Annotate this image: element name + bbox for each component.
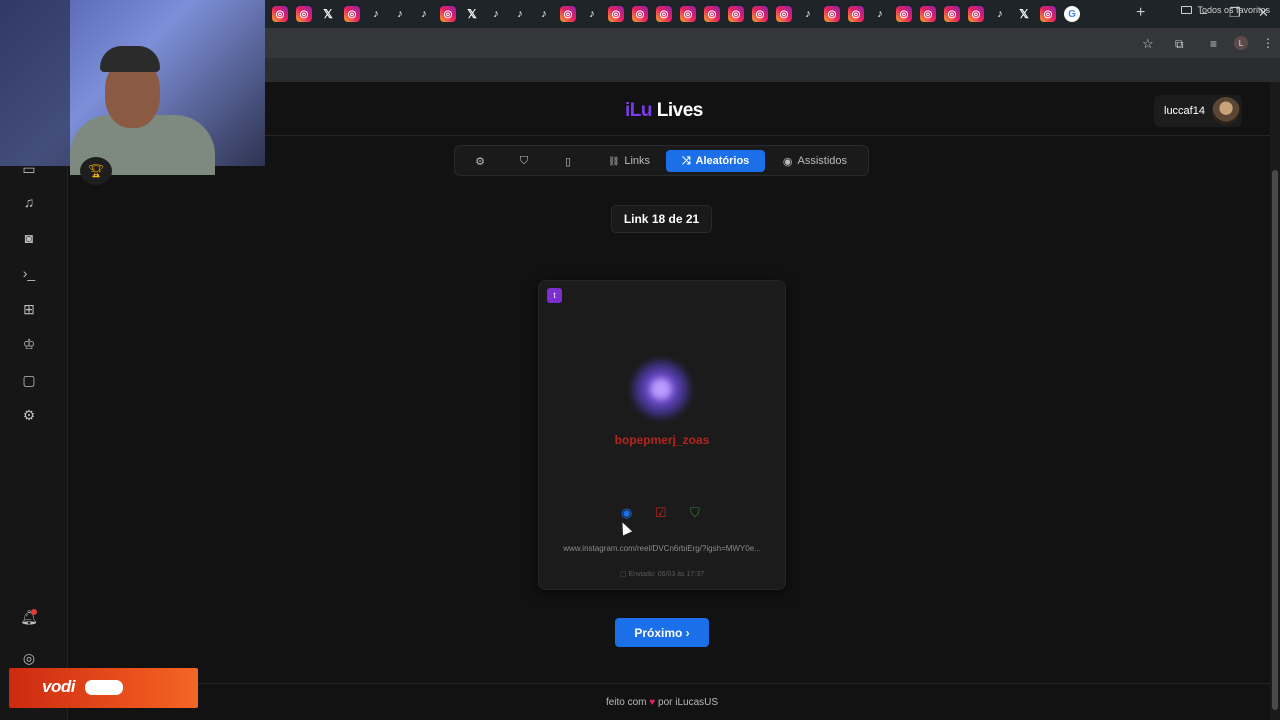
shield-check-icon[interactable]: ⛉ (690, 505, 700, 521)
footer: feito com ♥ por iLucasUS (68, 697, 1256, 708)
browser-tab-instagram-icon[interactable]: ◎ (776, 6, 792, 22)
browser-tab-instagram-icon[interactable]: ◎ (680, 6, 696, 22)
browser-tab-instagram-icon[interactable]: ◎ (752, 6, 768, 22)
browser-tab-tiktok-icon[interactable]: ♪ (536, 6, 552, 22)
browser-tab-instagram-icon[interactable]: ◎ (968, 6, 984, 22)
extensions-icon[interactable]: ⧉ (1175, 37, 1184, 52)
award-icon[interactable]: ♔ (20, 335, 38, 353)
browser-tab-instagram-icon[interactable]: ◎ (344, 6, 360, 22)
browser-tab-google-icon[interactable]: G (1064, 6, 1080, 22)
card-url-link[interactable]: www.instagram.com/reel/DVCn6rbiErg/?igsh… (545, 544, 779, 553)
tab-aleatorios-label: Aleatórios (695, 155, 750, 167)
browser-tab-tiktok-icon[interactable]: ♪ (368, 6, 384, 22)
help-icon[interactable]: ◎ (20, 649, 38, 667)
browser-tab-instagram-icon[interactable]: ◎ (920, 6, 936, 22)
browser-tab-x-icon[interactable]: 𝕏 (320, 6, 336, 22)
browser-tab-instagram-icon[interactable]: ◎ (560, 6, 576, 22)
shuffle-icon: ⤨ (681, 154, 691, 167)
webcam-person-cap (100, 46, 160, 72)
tab-links-label: Links (624, 155, 651, 167)
tab-aleatorios[interactable]: ⤨ Aleatórios (666, 150, 765, 172)
tab-assistidos-label: Assistidos (797, 155, 848, 167)
browser-tab-tiktok-icon[interactable]: ♪ (800, 6, 816, 22)
trophy-icon[interactable]: 🏆︎ (80, 157, 112, 185)
browser-tab-tiktok-icon[interactable]: ♪ (584, 6, 600, 22)
browser-tab-instagram-icon[interactable]: ◎ (896, 6, 912, 22)
scrollbar-thumb[interactable] (1272, 170, 1278, 710)
browser-tab-instagram-icon[interactable]: ◎ (944, 6, 960, 22)
card-sent-label: Enviado: 06/03 às 17:37 (628, 571, 705, 578)
gear-icon: ⚙ (475, 155, 485, 168)
mark-checkbox-icon[interactable]: ☑ (655, 505, 667, 521)
footer-suffix: por iLucasUS (658, 697, 719, 708)
notification-dot (31, 609, 37, 615)
brand-part2: Lives (656, 100, 704, 121)
folder-icon (1181, 6, 1193, 14)
browser-tab-instagram-icon[interactable]: ◎ (296, 6, 312, 22)
sidebar: ▭ ♫ ◙ ›_ ⊞ ♔ ▢ ⚙ 🔔︎ ◎ (0, 82, 68, 720)
browser-tab-instagram-icon[interactable]: ◎ (440, 6, 456, 22)
browser-tab-instagram-icon[interactable]: ◎ (704, 6, 720, 22)
browser-tab-tiktok-icon[interactable]: ♪ (872, 6, 888, 22)
heart-icon: ♥ (649, 697, 656, 708)
footer-prefix: feito com (605, 697, 647, 708)
browser-tab-instagram-icon[interactable]: ◎ (656, 6, 672, 22)
browser-tab-instagram-icon[interactable]: ◎ (632, 6, 648, 22)
card-username[interactable]: bopepmerj_zoas (540, 433, 784, 447)
gift-icon[interactable]: ⊞ (20, 300, 38, 318)
tab-settings[interactable]: ⚙ (466, 150, 494, 172)
music-icon[interactable]: ♫ (20, 193, 38, 211)
avatar[interactable] (1212, 97, 1240, 125)
all-bookmarks-folder[interactable]: Todos os favoritos (1181, 5, 1270, 15)
media-control-icon[interactable]: ≡ (1210, 37, 1217, 51)
browser-tab-x-icon[interactable]: 𝕏 (464, 6, 480, 22)
browser-tab-instagram-icon[interactable]: ◎ (272, 6, 288, 22)
link-counter: Link 18 de 21 (611, 205, 712, 233)
tab-tablet[interactable]: ▯ (554, 150, 582, 172)
profile-avatar[interactable]: L (1234, 36, 1248, 50)
card-avatar (630, 358, 692, 420)
camera-icon[interactable]: ◙ (20, 229, 38, 247)
tab-shield[interactable]: ⛉ (510, 150, 538, 172)
browser-menu-icon[interactable]: ⋮ (1262, 36, 1274, 50)
all-bookmarks-label: Todos os favoritos (1197, 5, 1270, 15)
tab-links[interactable]: ⛓ Links (598, 150, 660, 172)
browser-tab-x-icon[interactable]: 𝕏 (1016, 6, 1032, 22)
browser-tab-tiktok-icon[interactable]: ♪ (992, 6, 1008, 22)
card-sent-date: ▢ Enviado: 06/03 às 17:37 (540, 570, 784, 578)
settings-icon[interactable]: ⚙ (20, 406, 38, 424)
browser-tab-instagram-icon[interactable]: ◎ (848, 6, 864, 22)
browser-tab-instagram-icon[interactable]: ◎ (608, 6, 624, 22)
brand-part1: iLu (625, 100, 653, 121)
watch-eye-icon[interactable]: ◉ (621, 505, 632, 521)
brand-logo[interactable]: iLu Lives (625, 100, 703, 122)
browser-tab-tiktok-icon[interactable]: ♪ (392, 6, 408, 22)
browser-tab-instagram-icon[interactable]: ◎ (1040, 6, 1056, 22)
browser-tab-tiktok-icon[interactable]: ♪ (488, 6, 504, 22)
calendar-icon: ▢ (619, 571, 629, 578)
bookmark-star-icon[interactable]: ☆ (1142, 36, 1154, 52)
browser-tab-instagram-icon[interactable]: ◎ (824, 6, 840, 22)
tab-assistidos[interactable]: ◉ Assistidos (772, 150, 858, 172)
browser-tab-instagram-icon[interactable]: ◎ (728, 6, 744, 22)
stream-logo: vodi (42, 677, 75, 696)
browser-tab-tiktok-icon[interactable]: ♪ (416, 6, 432, 22)
terminal-icon[interactable]: ›_ (20, 264, 38, 282)
footer-divider (68, 683, 1270, 684)
username: luccaf14 (1164, 105, 1205, 117)
new-tab-button[interactable]: + (1136, 4, 1145, 22)
tablet-icon: ▯ (564, 155, 572, 168)
link-icon: ⛓ (607, 155, 620, 166)
next-button[interactable]: Próximo › (615, 618, 709, 647)
message-icon[interactable]: ▢ (20, 371, 38, 389)
shield-icon: ⛉ (519, 154, 529, 167)
twitch-icon: t (547, 288, 562, 303)
stream-logo-mark (85, 680, 123, 695)
browser-tab-tiktok-icon[interactable]: ♪ (512, 6, 528, 22)
eye-icon: ◉ (782, 155, 793, 168)
